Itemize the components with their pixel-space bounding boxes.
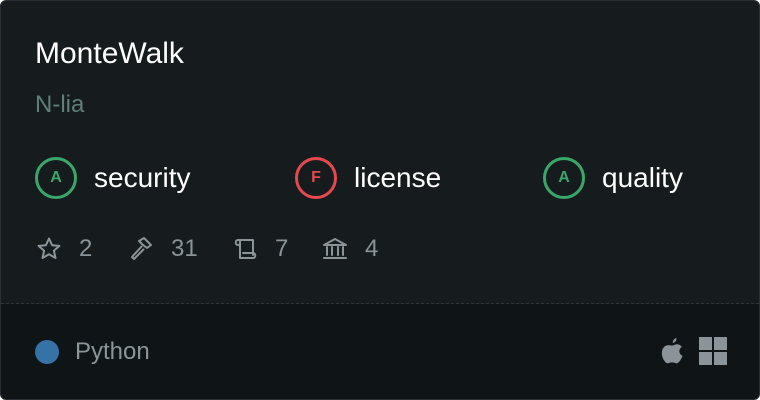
grade-label: quality [602,162,683,193]
grade-badge: F [295,157,337,199]
apple-icon [661,338,683,364]
grade-label: security [94,162,191,193]
repo-card[interactable]: MonteWalk N-lia A security F license A q… [0,0,760,400]
language-color-dot [35,340,59,364]
platforms [645,336,727,366]
bank-icon [323,238,347,259]
windows-icon [699,337,727,365]
grade-badge: A [543,157,585,199]
stat-value: 4 [365,235,379,262]
language-info: Python [35,337,150,367]
stat-value: 7 [275,235,289,262]
repo-title[interactable]: MonteWalk [35,35,184,73]
stat-builds: 31 [127,231,198,267]
stat-scrolls: 7 [231,231,288,267]
language-name: Python [75,338,150,365]
grade-security[interactable]: A security [35,154,190,202]
stat-value: 2 [79,235,93,262]
grade-quality[interactable]: A quality [543,154,683,202]
card-body: MonteWalk N-lia A security F license A q… [1,1,759,303]
repo-org[interactable]: N-lia [35,89,84,121]
hammer-icon [131,237,152,260]
grade-badge: A [35,157,77,199]
stat-value: 31 [171,235,198,262]
grade-license[interactable]: F license [295,154,441,202]
grade-label: license [354,162,442,193]
stat-institutions: 4 [321,231,378,267]
scroll-icon [234,239,257,259]
stat-stars: 2 [35,231,92,267]
star-icon [37,237,61,259]
